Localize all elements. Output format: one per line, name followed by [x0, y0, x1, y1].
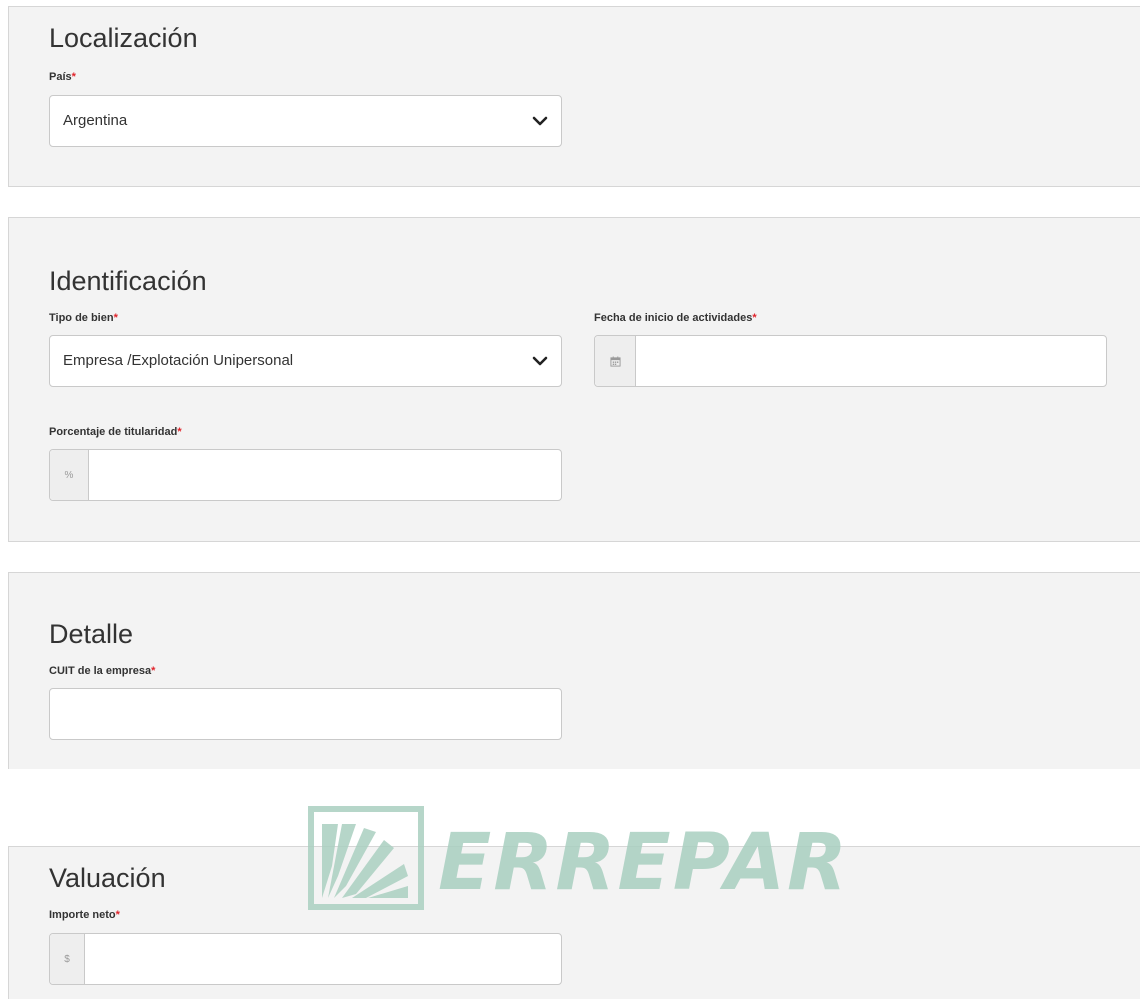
calendar-icon	[609, 355, 621, 367]
importe-neto-input-group: $	[49, 933, 562, 985]
fecha-inicio-label-text: Fecha de inicio de actividades	[594, 312, 753, 324]
pais-label: País*	[49, 71, 76, 83]
percent-addon: %	[50, 450, 89, 500]
section-title-identificacion: Identificación	[49, 266, 207, 296]
required-mark: *	[71, 71, 76, 83]
section-title-localizacion: Localización	[49, 23, 198, 53]
section-localizacion: Localización País* Argentina	[8, 6, 1140, 187]
porcentaje-input[interactable]	[89, 450, 561, 500]
cuit-label: CUIT de la empresa*	[49, 665, 155, 677]
section-identificacion: Identificación Tipo de bien* Empresa /Ex…	[8, 217, 1140, 542]
tipo-de-bien-label: Tipo de bien*	[49, 312, 118, 324]
tipo-de-bien-select[interactable]: Empresa /Explotación Unipersonal	[49, 335, 562, 387]
cuit-input[interactable]	[49, 688, 562, 740]
porcentaje-label: Porcentaje de titularidad*	[49, 426, 182, 438]
fecha-inicio-input-group	[594, 335, 1107, 387]
fecha-inicio-label: Fecha de inicio de actividades*	[594, 312, 757, 324]
required-mark: *	[115, 909, 120, 921]
tipo-de-bien-select-value: Empresa /Explotación Unipersonal	[63, 352, 294, 369]
chevron-down-icon	[532, 356, 548, 366]
pais-select[interactable]: Argentina	[49, 95, 562, 147]
section-title-detalle: Detalle	[49, 619, 134, 649]
cuit-label-text: CUIT de la empresa	[49, 665, 152, 677]
calendar-addon[interactable]	[595, 336, 636, 386]
tipo-de-bien-label-text: Tipo de bien	[49, 312, 114, 324]
fecha-inicio-input[interactable]	[636, 336, 1106, 386]
required-mark: *	[113, 312, 118, 324]
pais-label-text: País	[49, 71, 72, 83]
form-page: Localización País* Argentina Identificac…	[0, 0, 1140, 999]
pais-select-value: Argentina	[63, 112, 128, 129]
required-mark: *	[177, 426, 182, 438]
chevron-down-icon	[532, 116, 548, 126]
section-detalle: Detalle CUIT de la empresa*	[8, 572, 1140, 769]
importe-neto-input[interactable]	[85, 934, 561, 984]
currency-addon: $	[50, 934, 85, 984]
required-mark: *	[151, 665, 156, 677]
porcentaje-label-text: Porcentaje de titularidad	[49, 426, 178, 438]
errepar-logo-icon	[308, 806, 424, 910]
required-mark: *	[752, 312, 757, 324]
importe-neto-label-text: Importe neto	[49, 909, 116, 921]
porcentaje-input-group: %	[49, 449, 562, 501]
watermark-text: ERREPAR	[438, 818, 850, 908]
section-title-valuacion: Valuación	[49, 863, 166, 893]
importe-neto-label: Importe neto*	[49, 909, 120, 921]
errepar-watermark: ERREPAR	[308, 806, 868, 916]
